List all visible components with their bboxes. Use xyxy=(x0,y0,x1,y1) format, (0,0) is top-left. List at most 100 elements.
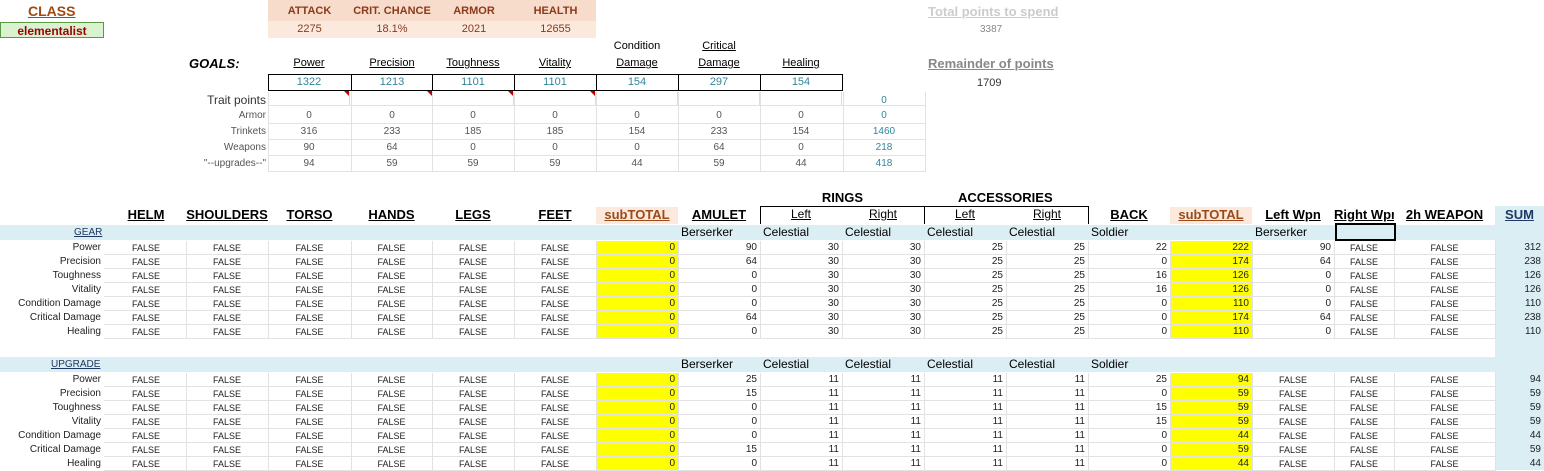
amulet-cell[interactable]: 64 xyxy=(678,312,757,323)
subtotal2-cell[interactable]: 44 xyxy=(1170,430,1249,441)
armor-cell[interactable]: FALSE xyxy=(514,445,596,455)
armor-cell[interactable]: FALSE xyxy=(186,285,268,295)
ring_left-cell[interactable]: 11 xyxy=(760,388,839,399)
acc_right-cell[interactable]: 25 xyxy=(1006,256,1085,267)
acc_left-cell[interactable]: 25 xyxy=(924,312,1003,323)
armor-cell[interactable]: FALSE xyxy=(268,243,351,253)
armor-cell[interactable]: FALSE xyxy=(106,313,186,323)
acc_right-cell[interactable]: 11 xyxy=(1006,388,1085,399)
class-value-cell[interactable]: elementalist xyxy=(0,22,104,38)
back-cell[interactable]: 15 xyxy=(1088,402,1167,413)
back-cell[interactable]: 0 xyxy=(1088,326,1167,337)
sum-cell[interactable]: 238 xyxy=(1495,312,1541,323)
selected-cell[interactable] xyxy=(1335,223,1396,241)
armor-cell[interactable]: FALSE xyxy=(432,327,514,337)
armor-cell[interactable]: FALSE xyxy=(351,285,432,295)
armor-cell[interactable]: FALSE xyxy=(186,327,268,337)
goal-value[interactable]: 1101 xyxy=(432,74,514,91)
armor-cell[interactable]: FALSE xyxy=(106,257,186,267)
stat-value[interactable]: 18.1% xyxy=(351,21,434,38)
two-h-cell[interactable]: FALSE xyxy=(1394,417,1495,427)
sum-cell[interactable]: 126 xyxy=(1495,270,1541,281)
goal-value[interactable]: 154 xyxy=(596,74,678,91)
ring_left-cell[interactable]: 11 xyxy=(760,458,839,469)
armor-cell[interactable]: FALSE xyxy=(268,299,351,309)
back-cell[interactable]: 15 xyxy=(1088,416,1167,427)
left_wpn-cell[interactable]: 64 xyxy=(1252,256,1331,267)
ring_right-cell[interactable]: 11 xyxy=(842,444,921,455)
right-wpn-cell[interactable]: FALSE xyxy=(1334,257,1394,267)
armor-cell[interactable]: FALSE xyxy=(514,417,596,427)
subtotal1-cell[interactable]: 0 xyxy=(596,444,675,455)
armor-cell[interactable]: FALSE xyxy=(432,417,514,427)
back-cell[interactable]: 0 xyxy=(1088,458,1167,469)
stat-value[interactable]: 2021 xyxy=(433,21,516,38)
amulet-cell[interactable]: 0 xyxy=(678,284,757,295)
armor-cell[interactable]: FALSE xyxy=(268,375,351,385)
amulet-cell[interactable]: 0 xyxy=(678,430,757,441)
acc_left-cell[interactable]: 11 xyxy=(924,402,1003,413)
left_wpn-cell[interactable]: 0 xyxy=(1252,326,1331,337)
armor-cell[interactable]: FALSE xyxy=(351,243,432,253)
back-cell[interactable]: 0 xyxy=(1088,256,1167,267)
left-wpn-cell[interactable]: FALSE xyxy=(1252,403,1334,413)
two-h-cell[interactable]: FALSE xyxy=(1394,327,1495,337)
ring_right-cell[interactable]: 30 xyxy=(842,312,921,323)
armor-cell[interactable]: FALSE xyxy=(106,243,186,253)
armor-cell[interactable]: FALSE xyxy=(514,389,596,399)
sum-cell[interactable]: 44 xyxy=(1495,458,1541,469)
armor-cell[interactable]: FALSE xyxy=(514,243,596,253)
armor-cell[interactable]: FALSE xyxy=(351,459,432,469)
goal-value[interactable]: 1322 xyxy=(268,74,350,91)
armor-cell[interactable]: FALSE xyxy=(106,445,186,455)
right-wpn-cell[interactable]: FALSE xyxy=(1334,271,1394,281)
armor-cell[interactable]: FALSE xyxy=(106,417,186,427)
acc_right-cell[interactable]: 11 xyxy=(1006,374,1085,385)
sum-cell[interactable]: 59 xyxy=(1495,416,1541,427)
two-h-cell[interactable]: FALSE xyxy=(1394,271,1495,281)
ring_right-cell[interactable]: 30 xyxy=(842,298,921,309)
amulet-cell[interactable]: 90 xyxy=(678,242,757,253)
stat-value[interactable]: 2275 xyxy=(268,21,352,38)
armor-cell[interactable]: FALSE xyxy=(186,313,268,323)
stat-value[interactable]: 12655 xyxy=(515,21,596,38)
armor-cell[interactable]: FALSE xyxy=(106,389,186,399)
armor-cell[interactable]: FALSE xyxy=(268,459,351,469)
armor-cell[interactable]: FALSE xyxy=(432,299,514,309)
goal-value[interactable]: 297 xyxy=(678,74,760,91)
armor-cell[interactable]: FALSE xyxy=(268,445,351,455)
sum-cell[interactable]: 59 xyxy=(1495,444,1541,455)
sum-cell[interactable]: 110 xyxy=(1495,326,1541,337)
set-name[interactable]: Soldier xyxy=(1091,225,1128,239)
set-name[interactable]: Celestial xyxy=(927,357,973,371)
ring_left-cell[interactable]: 11 xyxy=(760,444,839,455)
armor-cell[interactable]: FALSE xyxy=(106,299,186,309)
set-name[interactable]: Celestial xyxy=(1009,357,1055,371)
armor-cell[interactable]: FALSE xyxy=(106,459,186,469)
subtotal2-cell[interactable]: 59 xyxy=(1170,388,1249,399)
total-points-value[interactable]: 3387 xyxy=(980,24,1002,35)
ring_right-cell[interactable]: 30 xyxy=(842,326,921,337)
armor-cell[interactable]: FALSE xyxy=(351,257,432,267)
ring_left-cell[interactable]: 30 xyxy=(760,326,839,337)
acc_left-cell[interactable]: 25 xyxy=(924,270,1003,281)
armor-cell[interactable]: FALSE xyxy=(351,375,432,385)
armor-cell[interactable]: FALSE xyxy=(268,257,351,267)
armor-cell[interactable]: FALSE xyxy=(186,431,268,441)
set-name[interactable]: Berserker xyxy=(681,357,733,371)
acc_right-cell[interactable]: 11 xyxy=(1006,402,1085,413)
two-h-cell[interactable]: FALSE xyxy=(1394,389,1495,399)
two-h-cell[interactable]: FALSE xyxy=(1394,285,1495,295)
right-wpn-cell[interactable]: FALSE xyxy=(1334,431,1394,441)
acc_right-cell[interactable]: 25 xyxy=(1006,284,1085,295)
acc_right-cell[interactable]: 25 xyxy=(1006,242,1085,253)
acc_right-cell[interactable]: 25 xyxy=(1006,326,1085,337)
back-cell[interactable]: 0 xyxy=(1088,430,1167,441)
set-name[interactable]: Berserker xyxy=(681,225,733,239)
acc_right-cell[interactable]: 25 xyxy=(1006,298,1085,309)
ring_left-cell[interactable]: 11 xyxy=(760,402,839,413)
ring_left-cell[interactable]: 30 xyxy=(760,270,839,281)
ring_left-cell[interactable]: 11 xyxy=(760,374,839,385)
left-wpn-cell[interactable]: FALSE xyxy=(1252,445,1334,455)
armor-cell[interactable]: FALSE xyxy=(106,327,186,337)
